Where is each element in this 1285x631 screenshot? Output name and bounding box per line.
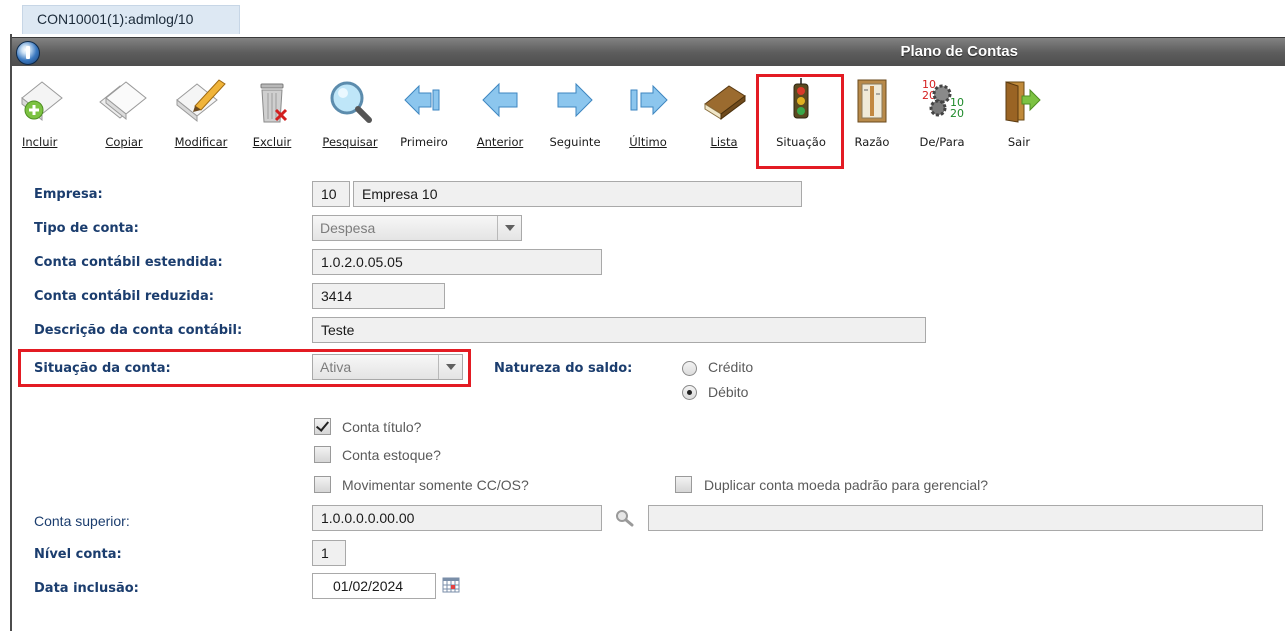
ledger-icon bbox=[857, 79, 887, 123]
lista-label: Lista bbox=[710, 135, 738, 149]
tipo-conta-value: Despesa bbox=[320, 220, 376, 236]
title-bar: Plano de Contas bbox=[12, 37, 1285, 67]
nivel-conta-label: Nível conta: bbox=[34, 547, 122, 562]
search-icon bbox=[330, 81, 372, 123]
tipo-conta-select[interactable]: Despesa bbox=[312, 215, 522, 241]
movimentar-cc-label: Movimentar somente CC/OS? bbox=[342, 477, 529, 493]
tab-con10001[interactable]: CON10001(1):admlog/10 bbox=[22, 5, 240, 35]
credito-radio[interactable] bbox=[682, 361, 697, 376]
previous-arrow-icon bbox=[482, 82, 518, 118]
nivel-conta-field[interactable]: 1 bbox=[312, 540, 346, 566]
pesquisar-label: Pesquisar bbox=[322, 135, 378, 149]
next-arrow-icon bbox=[557, 82, 593, 118]
lista-button[interactable]: Lista bbox=[696, 72, 752, 160]
credito-label: Crédito bbox=[708, 359, 754, 375]
situacao-conta-select[interactable]: Ativa bbox=[312, 354, 463, 380]
modificar-button[interactable]: Modificar bbox=[168, 72, 234, 160]
copiar-button[interactable]: Copiar bbox=[96, 72, 152, 160]
pesquisar-button[interactable]: Pesquisar bbox=[318, 72, 382, 160]
seguinte-label: Seguinte bbox=[549, 135, 601, 149]
empresa-label: Empresa: bbox=[34, 187, 103, 202]
conta-reduzida-label: Conta contábil reduzida: bbox=[34, 289, 214, 304]
calendar-icon[interactable] bbox=[442, 577, 460, 593]
excluir-label: Excluir bbox=[252, 135, 292, 149]
de-para-button[interactable]: 10 20 10 20 De/Para bbox=[912, 72, 972, 160]
de-para-gears-icon: 10 20 10 20 bbox=[922, 78, 964, 120]
data-inclusao-field[interactable]: 01/02/2024 bbox=[312, 573, 436, 599]
conta-estendida-label: Conta contábil estendida: bbox=[34, 255, 223, 270]
situacao-conta-label: Situação da conta: bbox=[34, 361, 171, 376]
razao-button[interactable]: Razão bbox=[848, 72, 896, 160]
search-icon[interactable] bbox=[614, 508, 636, 528]
chevron-down-icon[interactable] bbox=[438, 355, 462, 379]
tipo-conta-label: Tipo de conta: bbox=[34, 221, 139, 236]
window-title: Plano de Contas bbox=[900, 43, 1018, 60]
conta-titulo-label: Conta título? bbox=[342, 419, 422, 435]
book-list-icon bbox=[704, 85, 746, 120]
razao-label: Razão bbox=[854, 135, 890, 149]
conta-superior-description-field bbox=[648, 505, 1263, 531]
empresa-name-field: Empresa 10 bbox=[353, 181, 802, 207]
conta-estoque-label: Conta estoque? bbox=[342, 447, 441, 463]
copy-icon bbox=[99, 81, 147, 121]
descricao-label: Descrição da conta contábil: bbox=[34, 323, 243, 338]
excluir-button[interactable]: Excluir bbox=[244, 72, 300, 160]
seguinte-button[interactable]: Seguinte bbox=[546, 72, 604, 160]
conta-estoque-checkbox[interactable] bbox=[314, 446, 331, 463]
ultimo-button[interactable]: Último bbox=[620, 72, 676, 160]
debito-label: Débito bbox=[708, 384, 749, 400]
natureza-label: Natureza do saldo: bbox=[494, 361, 633, 376]
incluir-label: Incluir bbox=[22, 135, 58, 149]
movimentar-cc-checkbox[interactable] bbox=[314, 476, 331, 493]
debito-radio[interactable] bbox=[682, 385, 697, 400]
incluir-button[interactable]: Incluir bbox=[18, 72, 64, 160]
situacao-highlight bbox=[756, 74, 844, 169]
sair-button[interactable]: Sair bbox=[996, 72, 1042, 160]
situacao-conta-value: Ativa bbox=[320, 359, 352, 375]
add-document-icon bbox=[21, 81, 63, 122]
copiar-label: Copiar bbox=[105, 135, 143, 149]
conta-titulo-checkbox[interactable] bbox=[314, 418, 331, 435]
primeiro-button[interactable]: Primeiro bbox=[394, 72, 454, 160]
descricao-field[interactable]: Teste bbox=[312, 317, 926, 343]
tab-bar: CON10001(1):admlog/10 bbox=[0, 0, 1285, 35]
trash-icon bbox=[260, 83, 288, 123]
conta-superior-label: Conta superior: bbox=[34, 513, 130, 529]
primeiro-label: Primeiro bbox=[400, 135, 448, 149]
conta-superior-field[interactable]: 1.0.0.0.0.00.00 bbox=[312, 505, 602, 531]
app-logo-icon bbox=[16, 41, 40, 65]
duplicar-moeda-checkbox[interactable] bbox=[675, 476, 692, 493]
ultimo-label: Último bbox=[629, 135, 667, 149]
conta-reduzida-field[interactable]: 3414 bbox=[312, 283, 445, 309]
toolbar: Incluir Copiar Modificar Excluir Pesquis… bbox=[12, 66, 1285, 162]
sair-label: Sair bbox=[1007, 135, 1031, 149]
last-record-icon bbox=[630, 84, 668, 116]
edit-icon bbox=[176, 79, 226, 123]
duplicar-moeda-label: Duplicar conta moeda padrão para gerenci… bbox=[704, 477, 989, 493]
anterior-button[interactable]: Anterior bbox=[472, 72, 528, 160]
anterior-label: Anterior bbox=[476, 135, 524, 149]
conta-estendida-field[interactable]: 1.0.2.0.05.05 bbox=[312, 249, 602, 275]
de-para-num-d: 20 bbox=[950, 107, 964, 120]
modificar-label: Modificar bbox=[174, 135, 228, 149]
data-inclusao-label: Data inclusão: bbox=[34, 581, 139, 596]
exit-door-icon bbox=[1005, 81, 1041, 123]
chevron-down-icon[interactable] bbox=[497, 216, 521, 240]
de-para-label: De/Para bbox=[919, 135, 965, 149]
empresa-code-field[interactable]: 10 bbox=[312, 181, 350, 207]
first-record-icon bbox=[404, 84, 440, 116]
